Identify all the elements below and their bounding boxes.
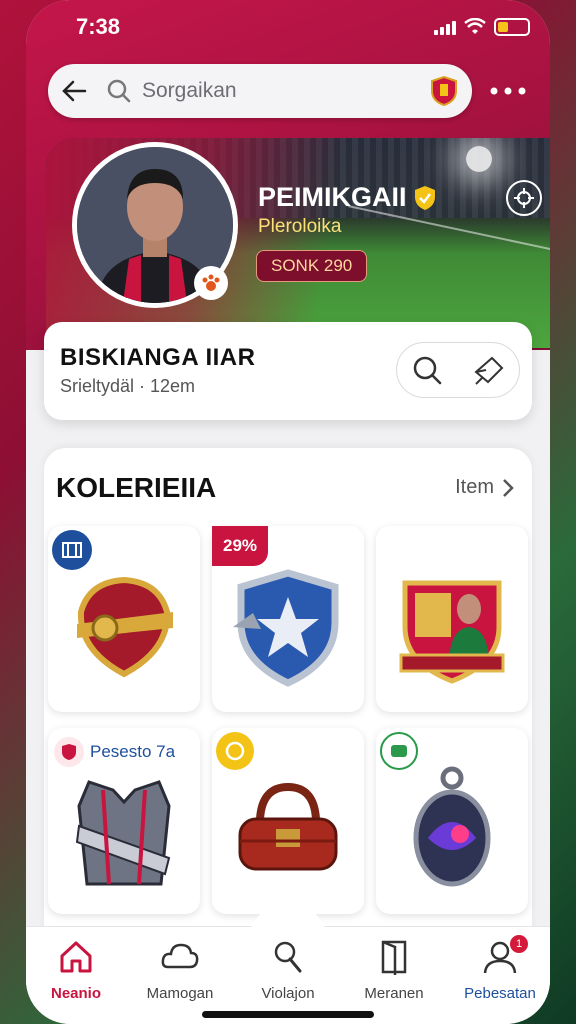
battery-icon bbox=[494, 18, 530, 36]
cloud-icon bbox=[161, 943, 199, 969]
nav-item-home[interactable]: Neanio bbox=[26, 937, 126, 1002]
collection-title: KOLERIEIIA bbox=[56, 472, 217, 503]
crosshair-icon bbox=[514, 188, 534, 208]
collection-panel: KOLERIEIIA Item 29% Pesesto 7a bbox=[44, 448, 532, 948]
nav-item-pebesatan[interactable]: 1 Pebesatan bbox=[450, 935, 550, 1002]
nav-label: Pebesatan bbox=[464, 985, 536, 1002]
arrow-left-icon bbox=[62, 80, 87, 102]
mini-shield-icon bbox=[54, 737, 84, 767]
nav-label: Violajon bbox=[261, 985, 315, 1002]
team-subtitle: Srieltydäl · 12em bbox=[60, 376, 196, 396]
ball-icon bbox=[274, 941, 302, 973]
status-bar: 7:38 bbox=[26, 14, 550, 42]
item-image bbox=[64, 770, 184, 900]
collection-item[interactable]: 29% bbox=[212, 526, 364, 712]
home-indicator bbox=[202, 1011, 374, 1018]
status-icons bbox=[434, 18, 530, 36]
collection-see-all-link[interactable]: Item bbox=[455, 476, 514, 499]
back-button[interactable] bbox=[48, 64, 100, 118]
avatar-badge bbox=[194, 266, 228, 300]
nav-label: Meranen bbox=[364, 985, 424, 1002]
player-subtitle: Pleroloika bbox=[258, 216, 342, 237]
see-all-label: Item bbox=[455, 476, 494, 498]
item-label-badge: Pesesto 7a bbox=[54, 734, 175, 770]
wifi-icon bbox=[464, 18, 486, 34]
door-icon bbox=[381, 940, 407, 975]
red-shield-icon bbox=[77, 576, 173, 678]
nav-item-meranen[interactable]: Meranen bbox=[344, 937, 444, 1002]
signal-icon bbox=[434, 19, 456, 35]
add-friend-button[interactable] bbox=[506, 180, 542, 216]
armor-vest-icon bbox=[75, 780, 171, 886]
collection-item[interactable]: Pesesto 7a bbox=[48, 728, 200, 914]
phone-screen: 7:38 Sorgaikan PEIMIKGAII Pleroloika SON… bbox=[26, 0, 550, 1024]
player-name-text: PEIMIKGAII bbox=[258, 182, 407, 212]
red-bag-icon bbox=[238, 782, 338, 871]
paw-icon bbox=[202, 274, 220, 291]
nav-item-violajon[interactable]: Violajon bbox=[238, 937, 338, 1002]
collection-item[interactable] bbox=[376, 526, 528, 712]
share-icon[interactable] bbox=[470, 354, 506, 386]
stadium-light bbox=[466, 146, 492, 172]
collection-item[interactable] bbox=[48, 526, 200, 712]
search-icon bbox=[107, 79, 131, 103]
badge-icon bbox=[62, 542, 82, 558]
home-icon bbox=[60, 941, 92, 973]
search-input[interactable]: Sorgaikan bbox=[142, 79, 430, 103]
more-options-icon[interactable] bbox=[488, 80, 528, 102]
info-actions bbox=[396, 342, 520, 398]
nav-item-mamogan[interactable]: Mamogan bbox=[130, 937, 230, 1002]
gem-pendant-icon bbox=[413, 766, 491, 887]
rank-badge: SONK 290 bbox=[256, 250, 368, 282]
status-time: 7:38 bbox=[76, 14, 121, 39]
item-image bbox=[392, 562, 512, 692]
team-title: BISKIANGA IIAR bbox=[60, 344, 256, 371]
nav-label: Mamogan bbox=[146, 985, 214, 1002]
nav-label: Neanio bbox=[50, 985, 101, 1002]
check-stamp-icon bbox=[391, 745, 407, 757]
blue-star-shield-icon bbox=[233, 569, 339, 687]
player-crest-icon bbox=[399, 580, 505, 684]
item-image bbox=[228, 764, 348, 894]
notification-badge: 1 bbox=[510, 935, 528, 953]
profile-hero: PEIMIKGAII Pleroloika SONK 290 bbox=[46, 138, 550, 348]
verified-shield-icon bbox=[414, 185, 435, 210]
coin-icon bbox=[225, 741, 245, 761]
item-image bbox=[392, 764, 512, 894]
item-discount-badge: 29% bbox=[212, 526, 268, 566]
item-label-text: Pesesto 7a bbox=[90, 742, 176, 761]
collection-item[interactable] bbox=[212, 728, 364, 914]
team-info-card[interactable]: BISKIANGA IIAR Srieltydäl · 12em bbox=[44, 322, 532, 420]
item-image bbox=[228, 562, 348, 692]
search-icon[interactable] bbox=[411, 354, 443, 386]
bottom-navigation: Neanio Mamogan Violajon Meranen 1 Pebesa… bbox=[26, 903, 550, 1024]
search-bar[interactable]: Sorgaikan bbox=[48, 64, 472, 118]
club-shield-icon[interactable] bbox=[430, 75, 458, 107]
collection-item[interactable] bbox=[376, 728, 528, 914]
chevron-right-icon bbox=[503, 478, 514, 497]
item-image bbox=[64, 562, 184, 692]
player-name: PEIMIKGAII bbox=[258, 182, 437, 213]
